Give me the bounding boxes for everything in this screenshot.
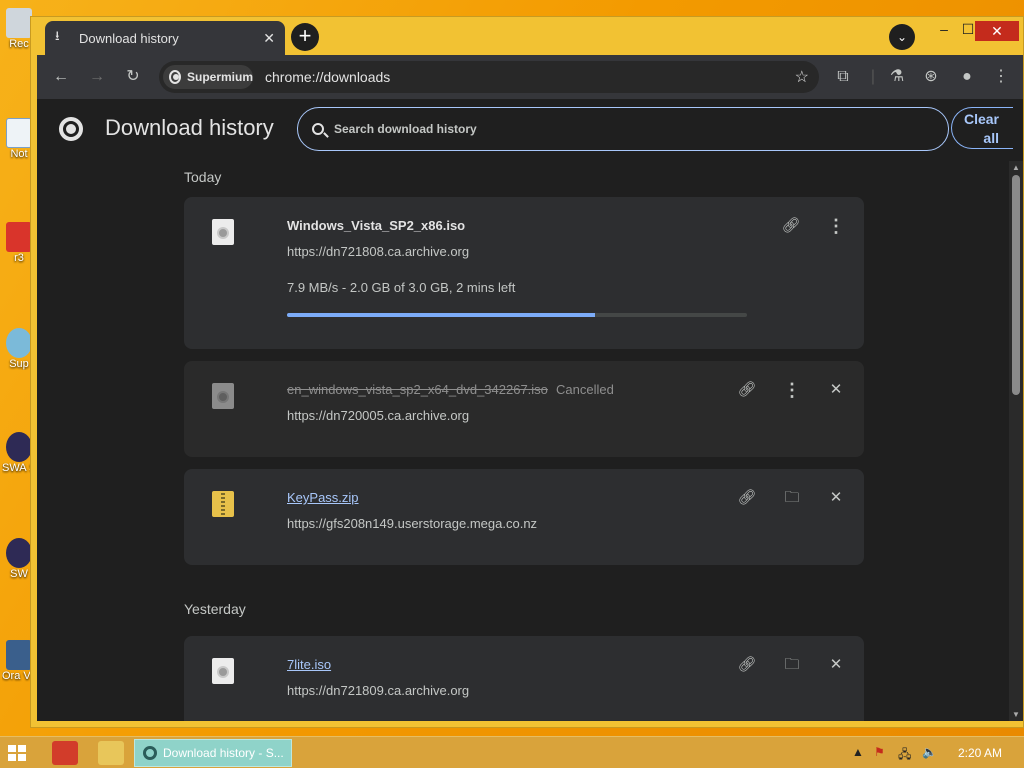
search-download-history-field[interactable]: Search download history [297, 107, 949, 151]
back-icon[interactable]: ← [51, 67, 71, 87]
taskbar-button-download-history[interactable]: Download history - S... [134, 739, 292, 767]
profile-icon[interactable]: ● [957, 67, 977, 87]
app-icon [6, 538, 32, 568]
close-tab-icon[interactable]: ✕ [263, 30, 275, 47]
bookmark-star-icon[interactable]: ☆ [795, 67, 809, 87]
browser-toolbar: ← → ↻ Supermium chrome://downloads ☆ ⧉ |… [37, 55, 1023, 99]
file-source-url[interactable]: https://gfs208n149.userstorage.mega.co.n… [287, 516, 537, 531]
download-item: KeyPass.zip https://gfs208n149.userstora… [184, 469, 864, 565]
download-item: en_windows_vista_sp2_x64_dvd_342267.iso … [184, 361, 864, 457]
pinned-app-icon[interactable] [52, 741, 78, 765]
chrome-logo-icon [59, 117, 83, 141]
new-tab-button[interactable]: + [291, 23, 319, 51]
supermium-logo-icon [169, 70, 181, 84]
search-placeholder: Search download history [334, 122, 477, 136]
file-explorer-icon[interactable] [98, 741, 124, 765]
virtualbox-icon [6, 640, 32, 670]
tab-strip: ⭳ Download history ✕ + ⌄ ‒ ☐ ✕ [31, 17, 1023, 55]
remove-icon[interactable]: ✕ [825, 654, 847, 676]
volume-icon[interactable]: 🔈 [922, 745, 937, 759]
copy-link-icon[interactable]: 🔗︎ [736, 487, 758, 509]
action-center-icon[interactable]: ⚑ [874, 745, 885, 759]
file-source-url[interactable]: https://dn721809.ca.archive.org [287, 683, 469, 698]
network-icon[interactable]: 🖧 [898, 745, 911, 766]
tab-download-history[interactable]: ⭳ Download history ✕ [45, 21, 285, 55]
more-actions-icon[interactable]: ⋮ [825, 215, 847, 237]
progress-text: 7.9 MB/s - 2.0 GB of 3.0 GB, 2 mins left [287, 280, 516, 295]
reload-icon[interactable]: ↻ [123, 67, 143, 87]
file-name: en_windows_vista_sp2_x64_dvd_342267.iso [287, 382, 548, 397]
file-source-url[interactable]: https://dn720005.ca.archive.org [287, 408, 469, 423]
progress-fill [287, 313, 596, 317]
date-header-yesterday: Yesterday [184, 601, 246, 617]
zip-file-icon [212, 491, 234, 517]
scroll-up-icon[interactable]: ▲ [1012, 163, 1020, 172]
app-icon [6, 432, 32, 462]
forward-icon[interactable]: → [87, 67, 107, 87]
downloads-page: Download history Search download history… [37, 99, 1023, 721]
menu-kebab-icon[interactable]: ⋮ [991, 67, 1011, 87]
downloads-toolbar-icon[interactable]: ⊛ [921, 67, 941, 87]
file-name: Windows_Vista_SP2_x86.iso [287, 218, 466, 233]
disc-image-file-icon [212, 658, 234, 684]
address-bar[interactable]: Supermium chrome://downloads ☆ [159, 61, 819, 93]
download-item: Windows_Vista_SP2_x86.iso https://dn7218… [184, 197, 864, 349]
disc-image-file-icon [212, 383, 234, 409]
url-text[interactable]: chrome://downloads [265, 69, 390, 85]
browser-window: ⭳ Download history ✕ + ⌄ ‒ ☐ ✕ ← → ↻ Sup… [30, 16, 1024, 728]
copy-link-icon[interactable]: 🔗︎ [736, 654, 758, 676]
tab-search-button[interactable]: ⌄ [889, 24, 915, 50]
page-title: Download history [105, 115, 274, 140]
file-name-link[interactable]: 7lite.iso [287, 657, 331, 672]
download-status: Cancelled [556, 382, 614, 397]
tray-overflow-icon[interactable]: ▲ [852, 745, 864, 759]
file-source-url[interactable]: https://dn721808.ca.archive.org [287, 244, 469, 259]
page-scrollbar[interactable]: ▲ ▼ [1009, 161, 1023, 721]
disc-image-file-icon [212, 219, 234, 245]
labs-icon[interactable]: ⚗ [887, 67, 907, 87]
tab-title: Download history [79, 30, 179, 46]
remove-icon[interactable]: ✕ [825, 379, 847, 401]
show-in-folder-icon[interactable]: 🗀 [781, 487, 803, 509]
clock[interactable]: 2:20 AM [958, 746, 1002, 760]
taskbar: Download history - S... ▲ ⚑ 🖧 🔈 2:20 AM [0, 736, 1024, 768]
scroll-down-icon[interactable]: ▼ [1012, 710, 1020, 719]
extensions-icon[interactable]: ⧉ [833, 67, 853, 87]
browser-icon [6, 328, 32, 358]
start-windows-icon[interactable] [8, 745, 26, 761]
recycle-bin-icon [6, 8, 32, 38]
scrollbar-thumb[interactable] [1012, 175, 1020, 395]
download-progress-bar [287, 313, 747, 317]
file-name-link[interactable]: KeyPass.zip [287, 490, 359, 505]
download-item: 7lite.iso https://dn721809.ca.archive.or… [184, 636, 864, 721]
search-icon [312, 123, 324, 135]
clear-all-button[interactable]: Clear all [951, 107, 1013, 149]
notepad-icon [6, 118, 32, 148]
more-actions-icon[interactable]: ⋮ [781, 379, 803, 401]
date-header-today: Today [184, 169, 222, 185]
remove-icon[interactable]: ✕ [825, 487, 847, 509]
app-icon [6, 222, 32, 252]
site-chip[interactable]: Supermium [163, 65, 253, 89]
show-in-folder-icon[interactable]: 🗀 [781, 654, 803, 676]
supermium-taskbar-icon [143, 746, 157, 760]
close-window-button[interactable]: ✕ [975, 21, 1019, 41]
copy-link-icon[interactable]: 🔗︎ [736, 379, 758, 401]
download-icon: ⭳ [55, 28, 60, 43]
copy-link-icon[interactable]: 🔗︎ [780, 215, 802, 237]
toolbar-divider: | [870, 68, 876, 85]
page-header: Download history Search download history… [37, 99, 1023, 161]
